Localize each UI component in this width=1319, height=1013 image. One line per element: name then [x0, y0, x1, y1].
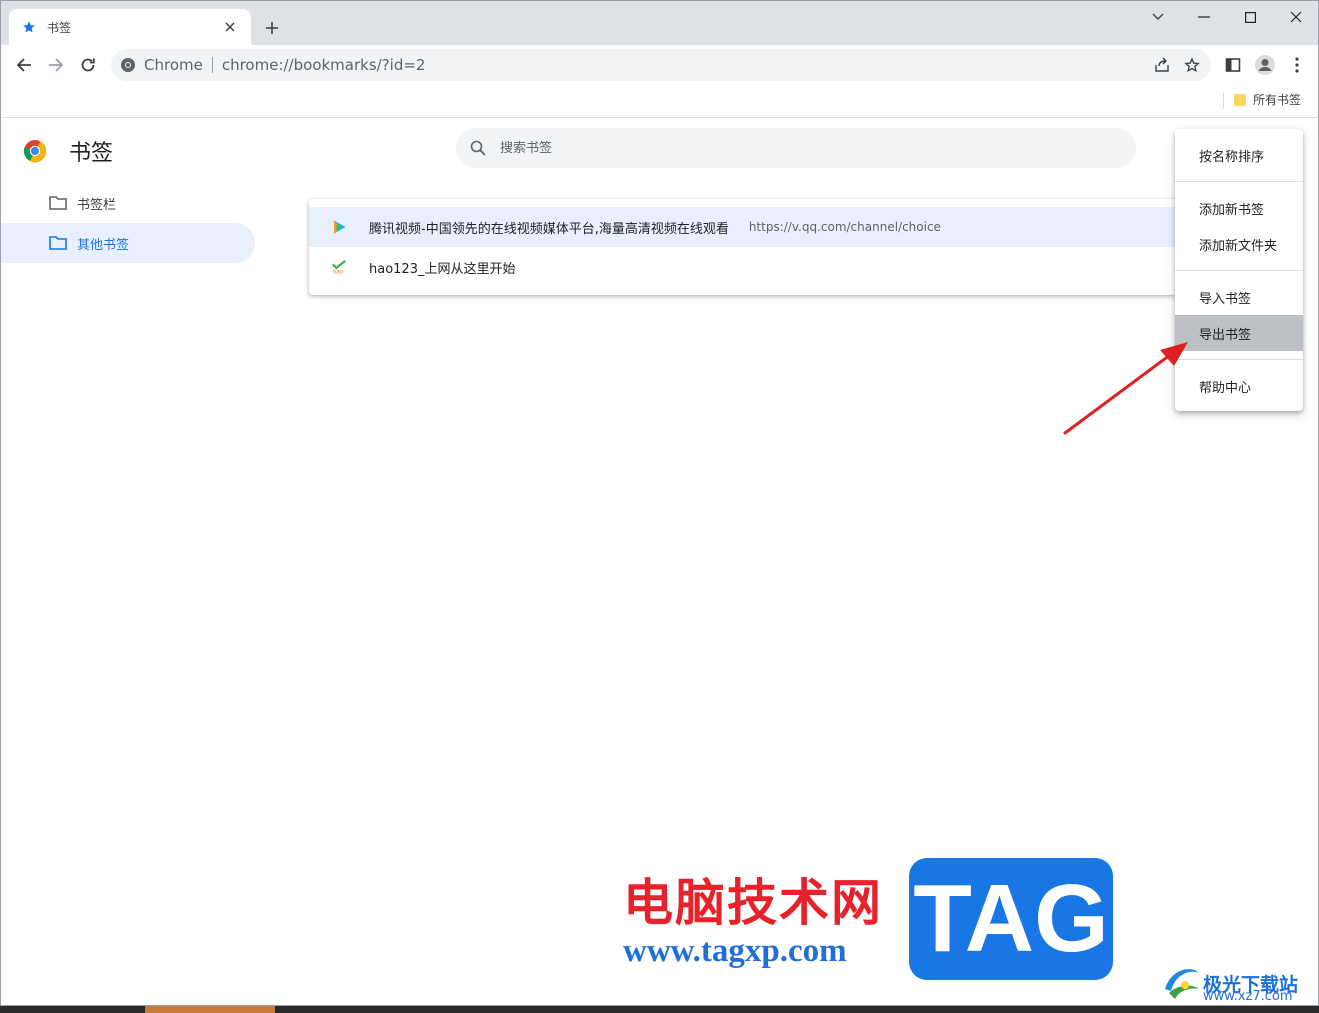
- folder-icon: [49, 196, 67, 210]
- menu-divider: [1175, 270, 1303, 271]
- search-input[interactable]: [500, 140, 1100, 156]
- tencent-video-favicon-icon: [331, 219, 347, 235]
- site-chip-label: Chrome: [144, 56, 203, 74]
- bookmark-star-icon[interactable]: [1179, 52, 1205, 78]
- chrome-site-icon: [120, 57, 136, 73]
- chrome-logo-icon: [23, 140, 47, 163]
- new-tab-button[interactable]: [259, 15, 285, 41]
- menu-item-add-bookmark[interactable]: 添加新书签: [1175, 190, 1303, 226]
- bookmark-title: 腾讯视频-中国领先的在线视频媒体平台,海量高清视频在线观看: [369, 221, 729, 237]
- sidebar-item-label: 书签栏: [77, 197, 117, 213]
- menu-item-add-folder[interactable]: 添加新文件夹: [1175, 226, 1303, 262]
- title-bar: 书签: [1, 1, 1318, 45]
- taskbar-segment: [145, 1006, 275, 1013]
- sidebar-item-bookmarks-bar[interactable]: 书签栏: [1, 183, 255, 223]
- menu-item-import-bookmarks[interactable]: 导入书签: [1175, 279, 1303, 315]
- yellow-folder-icon: [1234, 93, 1246, 106]
- taskbar-strip: [0, 1006, 1319, 1013]
- page-title: 书签: [69, 141, 114, 166]
- address-bar[interactable]: Chrome chrome://bookmarks/?id=2: [111, 49, 1211, 81]
- watermark-tag-logo: TAG: [909, 858, 1113, 980]
- star-icon: [21, 19, 37, 35]
- folder-icon: [49, 236, 67, 250]
- chrome-menu-icon[interactable]: [1283, 51, 1311, 79]
- reload-icon[interactable]: [74, 51, 102, 79]
- all-bookmarks-label: 所有书签: [1253, 93, 1302, 107]
- sidebar: 书签栏 其他书签: [1, 183, 257, 263]
- bookmark-row[interactable]: hao hao123_上网从这里开始: [309, 247, 1189, 287]
- all-bookmarks-folder[interactable]: 所有书签: [1233, 91, 1301, 108]
- bookmark-url: https://v.qq.com/channel/choice: [748, 220, 941, 234]
- bookmarks-bar: 所有书签: [1, 85, 1318, 118]
- url-text[interactable]: chrome://bookmarks/?id=2: [222, 56, 426, 74]
- aurora-logo-icon: [1165, 969, 1199, 999]
- sidebar-item-label: 其他书签: [77, 237, 130, 253]
- watermark-site-logo: 极光下载站 www.xz7.com: [1161, 963, 1298, 1004]
- share-icon[interactable]: [1149, 52, 1175, 78]
- watermark-url-text: www.tagxp.com: [623, 933, 847, 969]
- bookmark-row[interactable]: 腾讯视频-中国领先的在线视频媒体平台,海量高清视频在线观看 https://v.…: [309, 207, 1189, 247]
- profile-avatar-icon[interactable]: [1251, 51, 1279, 79]
- bookmark-list: 腾讯视频-中国领先的在线视频媒体平台,海量高清视频在线观看 https://v.…: [309, 199, 1189, 295]
- omnibox-actions: [1149, 52, 1205, 78]
- menu-divider: [1175, 181, 1303, 182]
- menu-item-sort-by-name[interactable]: 按名称排序: [1175, 137, 1303, 173]
- search-icon: [470, 140, 486, 156]
- annotation-arrow-icon: [1063, 342, 1188, 435]
- page-header: 书签: [23, 135, 113, 167]
- bookmark-search[interactable]: [456, 128, 1136, 168]
- bookmark-title: hao123_上网从这里开始: [369, 261, 516, 277]
- browser-window: 书签 Chrome chrome://bookmarks/?id=2 所有书签 …: [0, 0, 1319, 1006]
- tab-title: 书签: [47, 20, 72, 35]
- maximize-icon[interactable]: [1230, 5, 1270, 29]
- minimize-icon[interactable]: [1184, 5, 1224, 29]
- watermark-site-en: www.xz7.com: [1203, 989, 1293, 1004]
- toolbar: Chrome chrome://bookmarks/?id=2: [1, 45, 1318, 85]
- hao123-favicon-icon: hao: [331, 259, 347, 275]
- tab-bookmarks[interactable]: 书签: [9, 9, 251, 45]
- side-panel-icon[interactable]: [1219, 51, 1247, 79]
- back-arrow-icon[interactable]: [10, 51, 38, 79]
- svg-text:hao: hao: [333, 269, 344, 275]
- bookmarks-bar-divider: [1223, 93, 1224, 109]
- tab-search-chevron-icon[interactable]: [1138, 5, 1178, 29]
- forward-arrow-icon[interactable]: [42, 51, 70, 79]
- watermark-cn-text: 电脑技术网: [623, 873, 883, 932]
- omnibox-divider: [211, 57, 213, 73]
- sidebar-item-other-bookmarks[interactable]: 其他书签: [1, 223, 255, 263]
- tab-close-icon[interactable]: [221, 18, 239, 36]
- window-close-icon[interactable]: [1276, 5, 1316, 29]
